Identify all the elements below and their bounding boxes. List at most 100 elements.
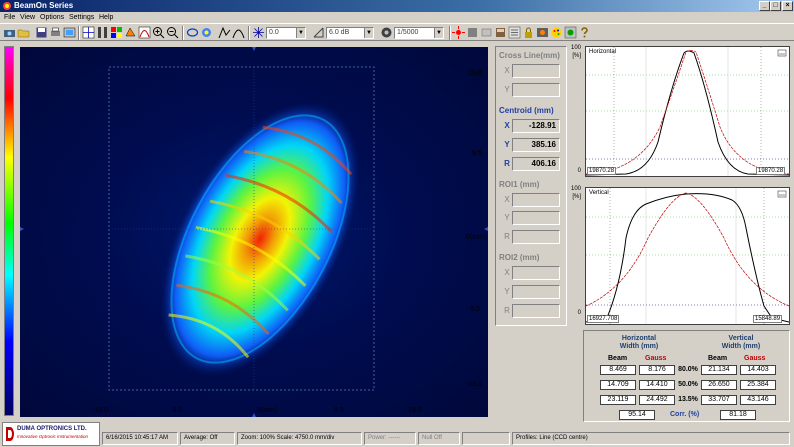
- v-beam-header: Beam: [708, 355, 728, 362]
- settings-icon[interactable]: [508, 26, 521, 39]
- v-correlation-value: 81.18: [720, 410, 756, 420]
- database-icon[interactable]: [494, 26, 507, 39]
- roi2-title: ROI2 (mm): [499, 253, 540, 262]
- v-graph-y-unit: [%]: [572, 194, 581, 200]
- roi2-x-label: X: [504, 268, 510, 277]
- menu-bar: File View Options Settings Help: [0, 12, 794, 23]
- x-tick-mid-left: -9.5: [170, 407, 183, 414]
- menu-view[interactable]: View: [20, 13, 35, 22]
- status-profiles: Profiles: Line (CCD centre): [512, 432, 790, 445]
- status-average: Average: Off: [180, 432, 235, 445]
- centroid-y-value: 385.16: [512, 138, 560, 152]
- gain-dropdown-icon[interactable]: ▼: [364, 28, 373, 38]
- status-null: Null Off: [418, 432, 460, 445]
- peak-icon[interactable]: [218, 26, 231, 39]
- h-beam-80: 8.469: [600, 365, 636, 375]
- 3d-view-icon[interactable]: [124, 26, 137, 39]
- menu-options[interactable]: Options: [40, 13, 64, 22]
- gauss-fit-icon[interactable]: [232, 26, 245, 39]
- vertical-profile-graph[interactable]: Vertical 16927.708 15848.89: [585, 187, 790, 325]
- cross-line-y-label: Y: [504, 85, 510, 94]
- h-gauss-13-5: 24.492: [639, 395, 675, 405]
- gain-select[interactable]: 6.0 dB ▼: [326, 27, 374, 39]
- roi1-y-label: Y: [504, 213, 510, 222]
- grid-icon[interactable]: [82, 26, 95, 39]
- offset-value: 0.0: [269, 29, 279, 36]
- stop-icon[interactable]: [466, 26, 479, 39]
- camera-icon[interactable]: [3, 26, 16, 39]
- help-icon[interactable]: [578, 26, 591, 39]
- h-graph-y-unit: [%]: [572, 53, 581, 59]
- capture-icon[interactable]: [536, 26, 549, 39]
- v-gauss-13-5: 43.146: [740, 395, 776, 405]
- toolbar: 0.0 ▼ 6.0 dB ▼ 1/5000 ▼: [0, 23, 794, 41]
- columns-icon[interactable]: [96, 26, 109, 39]
- shutter-icon[interactable]: [380, 26, 393, 39]
- v-gauss-header: Gauss: [744, 355, 766, 362]
- v-graph-left-range: 16927.708: [587, 315, 620, 323]
- h-graph-left-range: 19870.28: [587, 167, 617, 175]
- roi2-r-label: R: [504, 306, 510, 315]
- y-tick-bottom: -19.0: [466, 381, 482, 388]
- h-gauss-80: 8.176: [639, 365, 675, 375]
- maximize-button[interactable]: □: [770, 1, 781, 11]
- reset-icon[interactable]: [564, 26, 577, 39]
- menu-help[interactable]: Help: [99, 13, 113, 22]
- snapshot-icon[interactable]: [63, 26, 76, 39]
- v-beam-80: 21.134: [701, 365, 737, 375]
- menu-file[interactable]: File: [4, 13, 15, 22]
- h-beam-header: Beam: [608, 355, 628, 362]
- y-tick-lower: -9.5: [468, 306, 481, 313]
- offset-dropdown-icon[interactable]: ▼: [296, 28, 305, 38]
- zoom-in-icon[interactable]: [152, 26, 165, 39]
- status-bar: 6/16/2015 10:45:17 AM Average: Off Zoom:…: [0, 430, 794, 447]
- offset-icon[interactable]: [252, 26, 265, 39]
- color-map-icon[interactable]: [110, 26, 123, 39]
- roi1-r-label: R: [504, 232, 510, 241]
- x-tick-left: -19.0: [92, 407, 108, 414]
- lock-icon[interactable]: [522, 26, 535, 39]
- minimize-button[interactable]: _: [759, 1, 770, 11]
- shutter-value: 1/5000: [397, 29, 419, 36]
- record-icon[interactable]: [480, 26, 493, 39]
- horizontal-width-title: Width (mm): [619, 343, 659, 350]
- h-beam-13-5: 23.119: [600, 395, 636, 405]
- palette-icon[interactable]: [550, 26, 563, 39]
- v-gauss-80: 14.403: [740, 365, 776, 375]
- gain-icon[interactable]: [312, 26, 325, 39]
- x-tick-center: 0(mm): [257, 407, 278, 414]
- laser-icon[interactable]: [452, 26, 465, 39]
- pct-50: 50.0%: [678, 381, 698, 388]
- print-icon[interactable]: [49, 26, 62, 39]
- menu-settings[interactable]: Settings: [69, 13, 94, 22]
- beam-ellipse-icon[interactable]: [200, 26, 213, 39]
- shutter-select[interactable]: 1/5000 ▼: [394, 27, 444, 39]
- open-icon[interactable]: [17, 26, 30, 39]
- save-icon[interactable]: [35, 26, 48, 39]
- vertical-title: Vertical: [728, 335, 754, 342]
- pct-13-5: 13.5%: [678, 396, 698, 403]
- status-zoom-scale: Zoom: 100% Scale: 4750.0 mm/div: [237, 432, 362, 445]
- zoom-out-icon[interactable]: [166, 26, 179, 39]
- h-graph-menu-icon[interactable]: [777, 49, 787, 57]
- h-graph-label: Horizontal: [589, 49, 617, 55]
- offset-field[interactable]: 0.0 ▼: [266, 27, 306, 39]
- centroid-x-label: X: [504, 121, 510, 130]
- v-graph-menu-icon[interactable]: [777, 190, 787, 198]
- beam-image[interactable]: [20, 47, 488, 417]
- h-graph-y-max: 100: [570, 45, 581, 51]
- profile-icon[interactable]: [138, 26, 151, 39]
- cross-line-x-value: [512, 64, 560, 78]
- app-icon: [3, 2, 11, 10]
- ellipse-icon[interactable]: [186, 26, 199, 39]
- shutter-dropdown-icon[interactable]: ▼: [434, 28, 443, 38]
- vertical-profile-plot: [585, 188, 790, 324]
- width-results-panel: Horizontal Width (mm) Vertical Width (mm…: [583, 330, 790, 422]
- close-button[interactable]: ×: [782, 1, 793, 11]
- roi1-title: ROI1 (mm): [499, 180, 540, 189]
- h-graph-y-min: 0: [577, 168, 581, 174]
- roi2-r-value: [512, 304, 560, 318]
- horizontal-profile-graph[interactable]: Horizontal 19870.28 19870.28: [585, 46, 790, 177]
- roi1-r-value: [512, 230, 560, 244]
- x-tick-right: 19.0: [408, 407, 422, 414]
